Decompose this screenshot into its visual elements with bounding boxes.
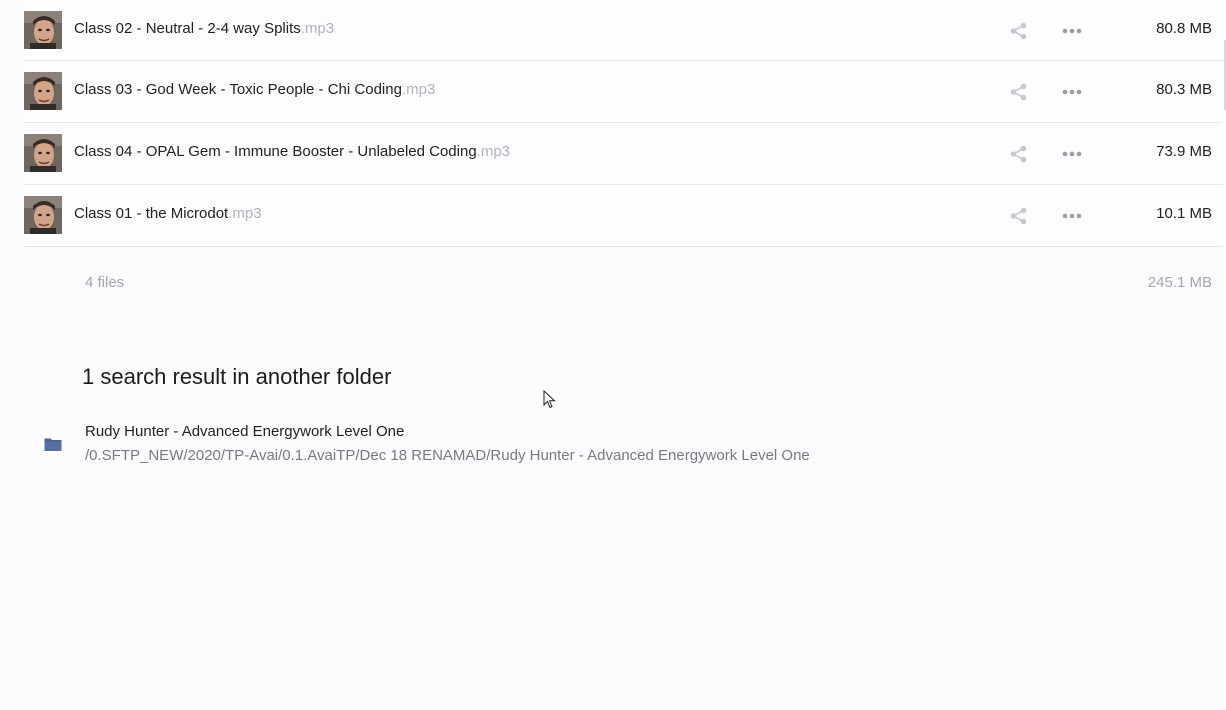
file-name[interactable]: Class 04 - OPAL Gem - Immune Booster - U… [74, 143, 510, 160]
file-name-text: Class 03 - God Week - Toxic People - Chi… [74, 81, 402, 98]
folder-icon [44, 436, 62, 452]
share-icon[interactable] [1009, 21, 1029, 41]
file-name[interactable]: Class 03 - God Week - Toxic People - Chi… [74, 81, 435, 98]
more-options-icon[interactable] [1060, 21, 1084, 41]
file-name-text: Class 04 - OPAL Gem - Immune Booster - U… [74, 143, 477, 160]
folder-path: /0.SFTP_NEW/2020/TP-Avai/0.1.AvaiTP/Dec … [85, 447, 810, 464]
share-icon[interactable] [1009, 82, 1029, 102]
file-count: 4 files [85, 274, 125, 291]
file-name[interactable]: Class 01 - the Microdot.mp3 [74, 205, 262, 222]
file-name-text: Class 01 - the Microdot [74, 205, 229, 222]
file-row[interactable]: Class 03 - God Week - Toxic People - Chi… [24, 61, 1224, 123]
share-icon[interactable] [1009, 206, 1029, 226]
more-options-icon[interactable] [1060, 82, 1084, 102]
avatar-thumbnail [24, 11, 62, 49]
file-size: 80.8 MB [1156, 20, 1212, 37]
other-folder-results-heading: 1 search result in another folder [82, 364, 392, 389]
more-options-icon[interactable] [1060, 144, 1084, 164]
file-extension: .mp3 [300, 20, 335, 37]
file-summary: 4 files 245.1 MB [85, 274, 1212, 291]
folder-search-result[interactable]: Rudy Hunter - Advanced Energywork Level … [40, 420, 940, 470]
file-size: 10.1 MB [1156, 205, 1212, 222]
mouse-cursor-icon [543, 389, 557, 410]
file-name[interactable]: Class 02 - Neutral - 2-4 way Splits.mp3 [74, 20, 334, 37]
file-list: Class 02 - Neutral - 2-4 way Splits.mp3 … [0, 0, 1224, 247]
file-row[interactable]: Class 04 - OPAL Gem - Immune Booster - U… [24, 123, 1224, 185]
file-extension: .mp3 [476, 143, 511, 160]
folder-name[interactable]: Rudy Hunter - Advanced Energywork Level … [85, 423, 404, 440]
file-size: 73.9 MB [1156, 143, 1212, 160]
file-row[interactable]: Class 02 - Neutral - 2-4 way Splits.mp3 … [24, 0, 1224, 61]
file-name-text: Class 02 - Neutral - 2-4 way Splits [74, 20, 301, 37]
avatar-thumbnail [24, 196, 62, 234]
file-extension: .mp3 [401, 81, 436, 98]
total-size: 245.1 MB [1147, 274, 1212, 291]
avatar-thumbnail [24, 134, 62, 172]
file-row[interactable]: Class 01 - the Microdot.mp3 10.1 MB [24, 185, 1224, 247]
file-extension: .mp3 [228, 205, 262, 222]
share-icon[interactable] [1009, 144, 1029, 164]
more-options-icon[interactable] [1060, 206, 1084, 226]
file-size: 80.3 MB [1156, 81, 1212, 98]
avatar-thumbnail [24, 72, 62, 110]
